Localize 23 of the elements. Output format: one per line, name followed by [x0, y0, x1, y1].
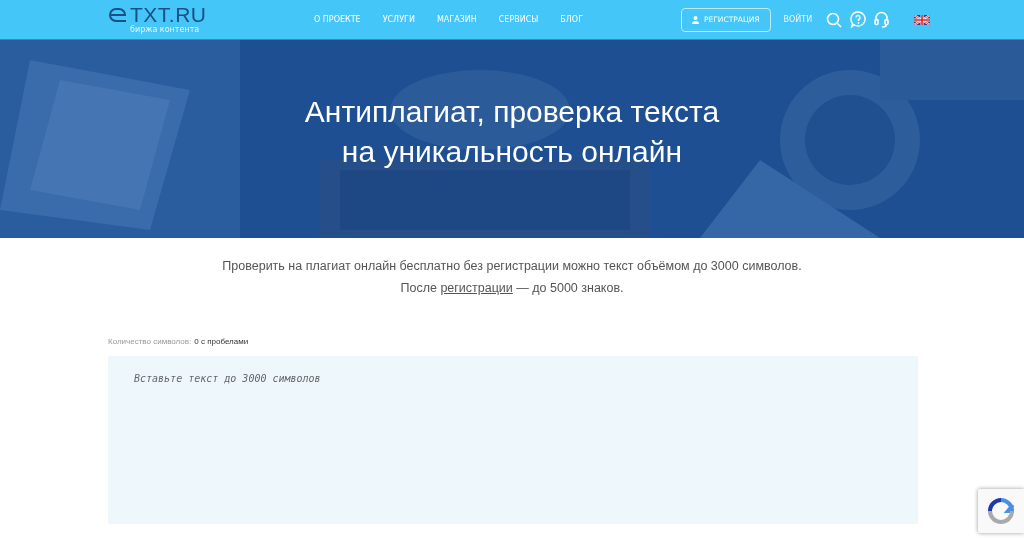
- nav-link[interactable]: СЕРВИСЫ: [498, 15, 539, 24]
- nav-link[interactable]: УСЛУГИ: [382, 15, 415, 24]
- intro-text: Проверить на плагиат онлайн бесплатно без регистрации можно текст объёмом до 3000 символов.: [221, 258, 803, 275]
- login-link[interactable]: ВОЙТИ: [783, 15, 813, 24]
- logo-tagline: биржа контента: [130, 25, 200, 34]
- counter-label: Количество символов:: [108, 337, 192, 346]
- captcha-icon: [988, 498, 1014, 524]
- nav-link[interactable]: МАГАЗИН: [436, 15, 477, 24]
- register-link[interactable]: регистрации: [440, 281, 513, 295]
- search-icon[interactable]: [826, 11, 843, 28]
- captcha-badge[interactable]: [978, 489, 1024, 533]
- help-icon[interactable]: [850, 11, 867, 28]
- user-icon: [692, 15, 699, 24]
- nav-link[interactable]: БЛОГ: [560, 15, 583, 24]
- counter-value: 0 с пробелами: [194, 337, 249, 346]
- headset-icon[interactable]: [874, 11, 890, 28]
- nav-link[interactable]: О ПРОЕКТЕ: [314, 15, 361, 24]
- page-title: Антиплагиат, проверка текста на уникальность онлайн: [304, 94, 720, 170]
- text-input-field[interactable]: Вставьте текст до 3000 символов: [108, 356, 918, 524]
- logo-icon: [108, 7, 128, 23]
- intro-text: После регистрации — до 5000 знаков.: [399, 280, 625, 297]
- flag-icon[interactable]: [914, 14, 931, 25]
- logo-text[interactable]: TXT.RU: [130, 5, 207, 25]
